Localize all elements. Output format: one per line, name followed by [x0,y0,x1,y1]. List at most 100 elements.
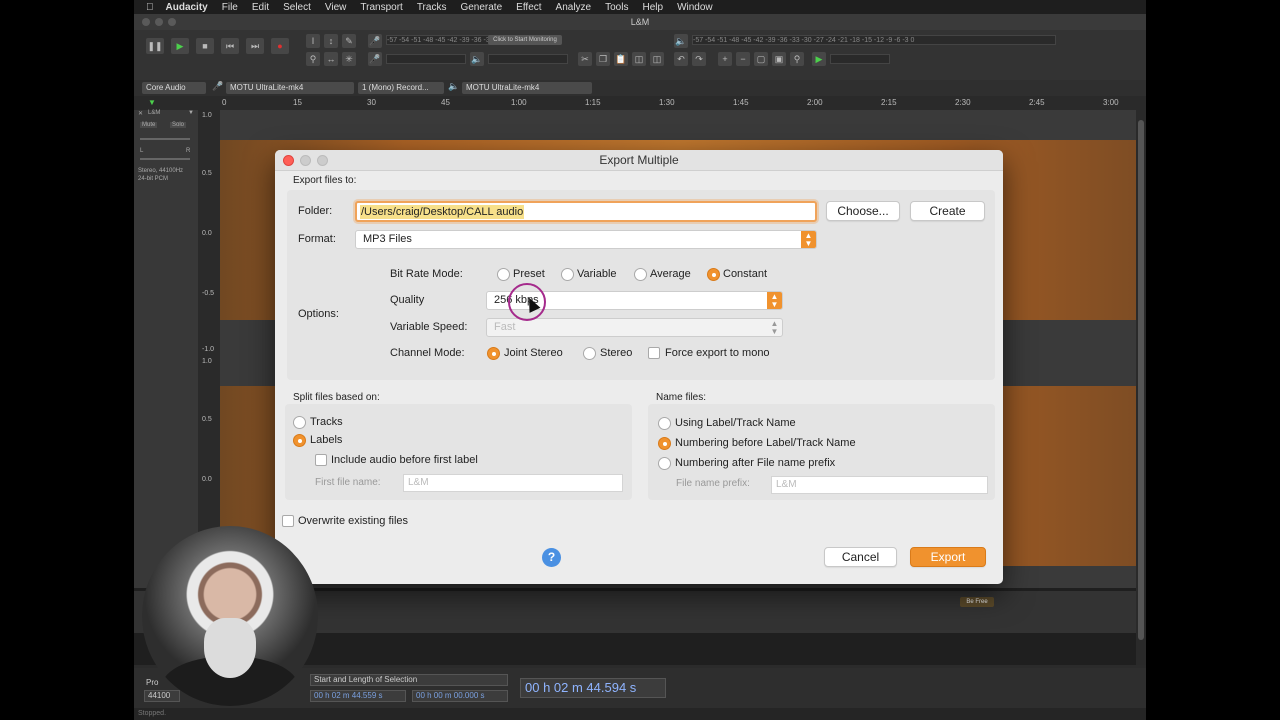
copy-icon[interactable]: ❐ [596,52,610,66]
audio-host-select[interactable]: Core Audio [142,82,206,94]
paste-icon[interactable]: 📋 [614,52,628,66]
zoom-tool-icon[interactable]: ⚲ [306,52,320,66]
menu-tracks[interactable]: Tracks [417,2,447,13]
stop-button[interactable]: ■ [196,38,214,54]
selection-mode-select[interactable]: Start and Length of Selection [310,674,508,686]
first-file-name-input[interactable]: L&M [403,474,623,492]
menu-transport[interactable]: Transport [360,2,402,13]
zoom-window-icon[interactable] [168,18,176,26]
selection-length-time[interactable]: 00 h 00 m 00.000 s [412,690,508,702]
numbering-after-label[interactable]: Numbering after File name prefix [675,457,835,469]
minimize-window-icon[interactable] [155,18,163,26]
playback-volume-slider[interactable] [488,54,568,64]
export-button[interactable]: Export [910,547,986,567]
selection-start-time[interactable]: 00 h 02 m 44.559 s [310,690,406,702]
playback-device-select[interactable]: MOTU UltraLite-mk4 [462,82,592,94]
cancel-button[interactable]: Cancel [824,547,897,567]
menu-generate[interactable]: Generate [460,2,502,13]
playback-meter-icon[interactable]: 🔈 [674,34,688,48]
format-select[interactable]: MP3 Files ▲ ▼ [355,230,817,249]
overwrite-label[interactable]: Overwrite existing files [298,515,408,527]
close-window-icon[interactable] [142,18,150,26]
trim-icon[interactable]: ◫ [632,52,646,66]
menu-tools[interactable]: Tools [605,2,628,13]
record-meter-icon[interactable]: 🎤 [368,34,382,48]
create-button[interactable]: Create [910,201,985,221]
split-tracks-radio[interactable] [293,416,306,429]
numbering-before-radio[interactable] [658,437,671,450]
menu-edit[interactable]: Edit [252,2,269,13]
menu-file[interactable]: File [222,2,238,13]
play-at-speed-button[interactable]: ▶ [812,52,826,66]
include-audio-checkbox[interactable] [315,454,327,466]
track-close-icon[interactable]: ✕ [138,110,143,117]
skip-end-button[interactable]: ⏭ [246,38,264,54]
record-button[interactable]: ● [271,38,289,54]
bitrate-preset-radio[interactable] [497,268,510,281]
stereo-label[interactable]: Stereo [600,347,632,359]
track-name-button[interactable]: L&M [148,110,160,116]
zoom-toggle-icon[interactable]: ⚲ [790,52,804,66]
timeline-ruler[interactable]: ▼ 0 15 30 45 1:00 1:15 1:30 1:45 2:00 2:… [134,96,1146,110]
apple-icon[interactable]:  [146,2,154,13]
split-tracks-label[interactable]: Tracks [310,416,343,428]
recording-volume-slider[interactable] [386,54,466,64]
zoom-in-icon[interactable]: + [718,52,732,66]
menu-effect[interactable]: Effect [516,2,541,13]
name-using-label-radio[interactable] [658,417,671,430]
menu-app-name[interactable]: Audacity [166,2,208,13]
name-using-label-label[interactable]: Using Label/Track Name [675,417,796,429]
label-be-free[interactable]: Be Free [960,597,994,607]
include-audio-label[interactable]: Include audio before first label [331,454,478,466]
menu-window[interactable]: Window [677,2,713,13]
bitrate-preset-label[interactable]: Preset [513,268,545,280]
joint-stereo-label[interactable]: Joint Stereo [504,347,563,359]
selection-tool-icon[interactable]: I [306,34,320,48]
close-dialog-icon[interactable] [283,155,294,166]
envelope-tool-icon[interactable]: ↕ [324,34,338,48]
stereo-radio[interactable] [583,347,596,360]
bitrate-constant-radio[interactable] [707,268,720,281]
bitrate-variable-radio[interactable] [561,268,574,281]
split-labels-label[interactable]: Labels [310,434,342,446]
help-icon[interactable]: ? [542,548,561,567]
numbering-before-label[interactable]: Numbering before Label/Track Name [675,437,856,449]
overwrite-checkbox[interactable] [282,515,294,527]
skip-start-button[interactable]: ⏮ [221,38,239,54]
audio-position-time[interactable]: 00 h 02 m 44.594 s [520,678,666,698]
play-head-icon[interactable]: ▼ [148,98,156,107]
playback-meter[interactable]: -57 -54 -51 -48 -45 -42 -39 -36 -33 -30 … [692,35,1056,45]
bitrate-average-label[interactable]: Average [650,268,691,280]
timeshift-tool-icon[interactable]: ↔ [324,52,338,66]
joint-stereo-radio[interactable] [487,347,500,360]
scroll-thumb[interactable] [1138,120,1144,640]
fit-project-icon[interactable]: ▣ [772,52,786,66]
gain-slider[interactable] [140,138,190,140]
menu-help[interactable]: Help [642,2,663,13]
menu-analyze[interactable]: Analyze [556,2,592,13]
file-name-prefix-input[interactable]: L&M [771,476,988,494]
start-monitoring-button[interactable]: Click to Start Monitoring [488,35,562,45]
play-button[interactable]: ▶ [171,38,189,54]
bitrate-variable-label[interactable]: Variable [577,268,617,280]
numbering-after-radio[interactable] [658,457,671,470]
mute-button[interactable]: Mute [140,122,158,128]
fit-selection-icon[interactable]: ▢ [754,52,768,66]
force-mono-checkbox[interactable] [648,347,660,359]
menu-select[interactable]: Select [283,2,311,13]
folder-input[interactable]: /Users/craig/Desktop/CALL audio [355,201,817,222]
pause-button[interactable]: ❚❚ [146,38,164,54]
vertical-scrollbar[interactable] [1136,110,1146,665]
undo-icon[interactable]: ↶ [674,52,688,66]
multi-tool-icon[interactable]: ✳ [342,52,356,66]
solo-button[interactable]: Solo [170,122,187,128]
recording-channels-select[interactable]: 1 (Mono) Record... [358,82,444,94]
draw-tool-icon[interactable]: ✎ [342,34,356,48]
track-menu-arrow-icon[interactable]: ▼ [188,110,194,116]
silence-icon[interactable]: ◫ [650,52,664,66]
force-mono-label[interactable]: Force export to mono [665,347,770,359]
pan-slider[interactable] [140,158,190,160]
redo-icon[interactable]: ↷ [692,52,706,66]
cut-icon[interactable]: ✂ [578,52,592,66]
bitrate-constant-label[interactable]: Constant [723,268,767,280]
